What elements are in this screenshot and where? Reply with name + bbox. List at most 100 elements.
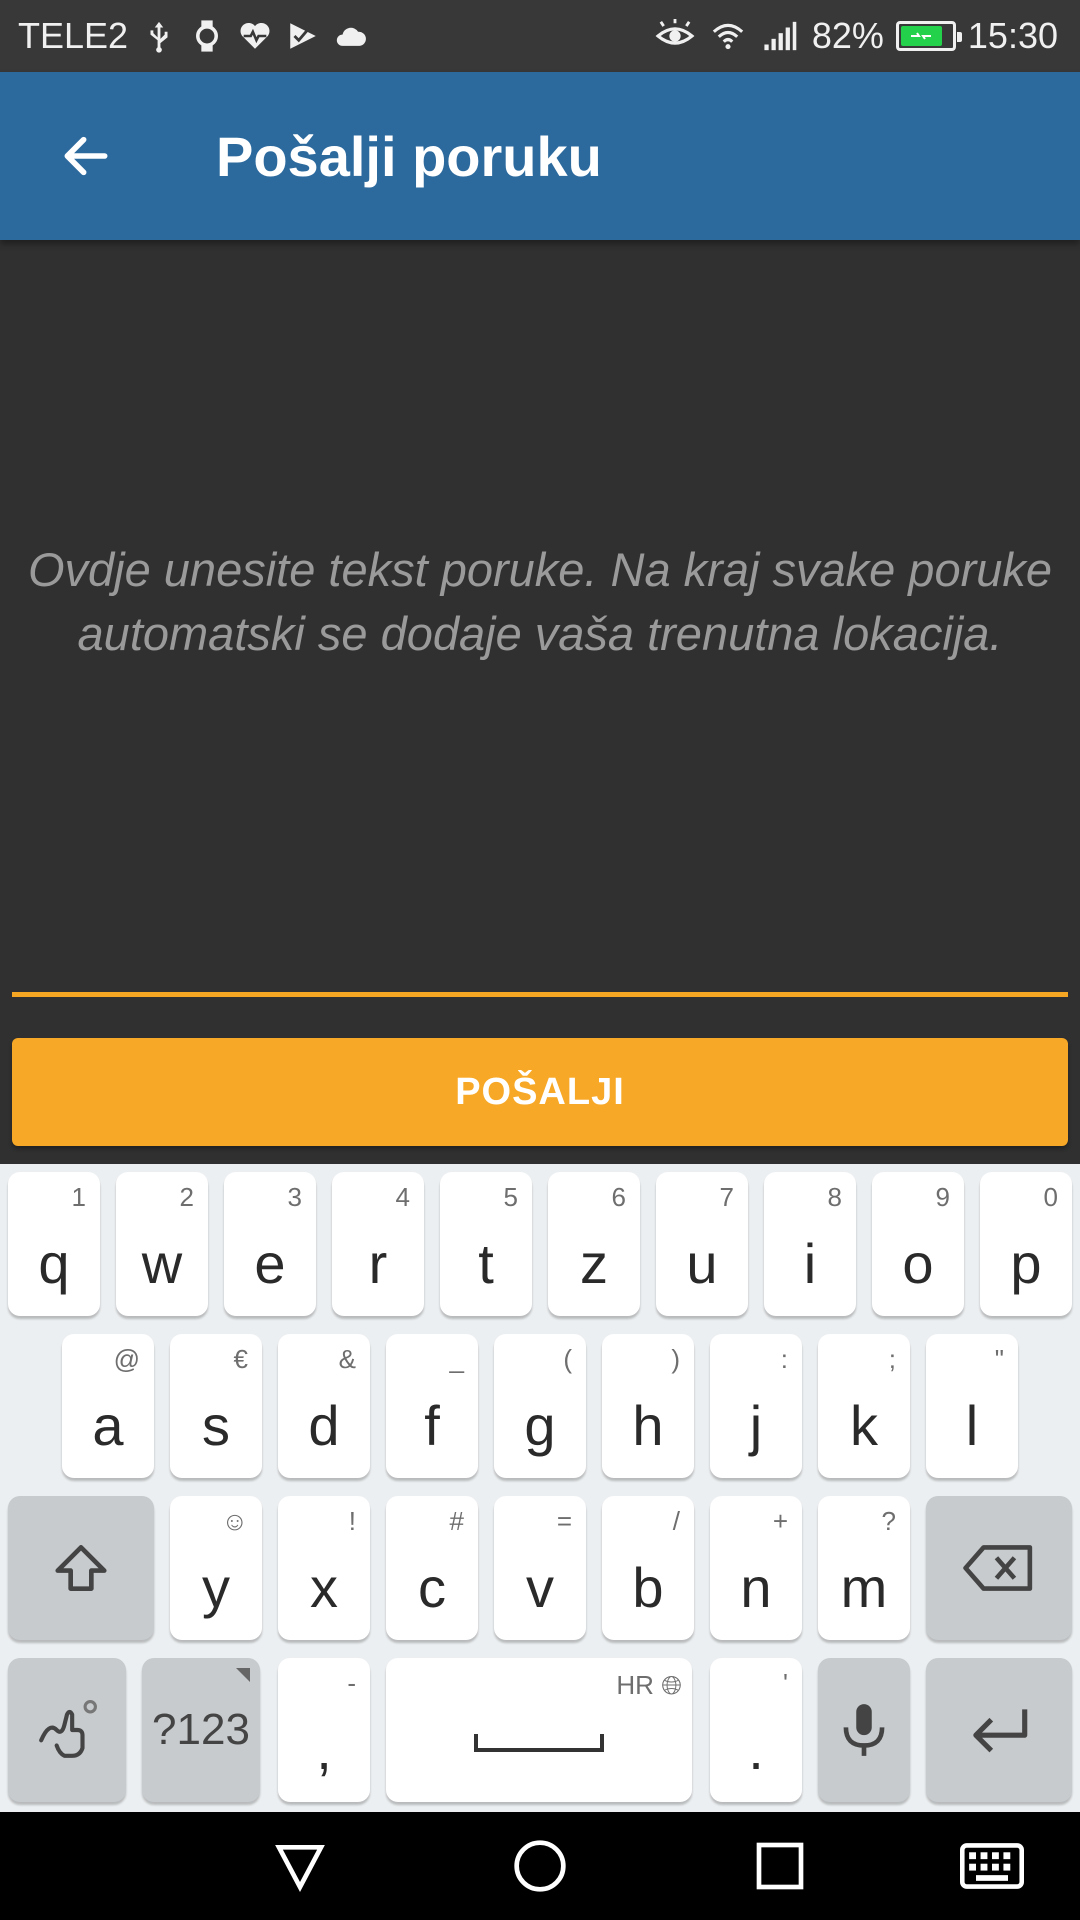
message-input-underline [12, 992, 1068, 997]
soft-keyboard: q 1 w 2 e 3 r 4 t 5 z 6 u 7 i 8 o 9 p 0 a @ s € d & f _ g(h) j: k; l " y ☺… [0, 1164, 1080, 1812]
key-secondary-label: & [338, 1344, 356, 1374]
key-label: l [965, 1394, 979, 1457]
key-f[interactable]: f _ [386, 1334, 478, 1478]
key-label: f [424, 1394, 440, 1457]
key-j[interactable]: j: [710, 1334, 802, 1478]
enter-key[interactable] [926, 1658, 1072, 1802]
watch-icon [190, 19, 224, 53]
key-label: x [310, 1556, 338, 1619]
key-label: h [632, 1394, 664, 1457]
cloud-icon [334, 19, 368, 53]
key-period[interactable]: . ' [710, 1658, 802, 1802]
recents-square-icon [756, 1842, 804, 1890]
key-o[interactable]: o9 [872, 1172, 964, 1316]
key-label: . [748, 1718, 764, 1781]
key-secondary-label: 6 [611, 1182, 626, 1212]
key-secondary-label: ! [348, 1506, 356, 1536]
message-input[interactable]: Ovdje unesite tekst poruke. Na kraj svak… [0, 240, 1080, 1000]
key-secondary-label: ? [881, 1506, 896, 1536]
key-b[interactable]: b / [602, 1496, 694, 1640]
key-secondary-label: ☺ [221, 1506, 248, 1536]
key-n[interactable]: n + [710, 1496, 802, 1640]
status-bar-right: 82% 15:30 [654, 0, 1058, 72]
send-button[interactable]: POŠALJI [12, 1038, 1068, 1146]
arrow-left-icon [64, 136, 108, 176]
key-m[interactable]: m? [818, 1496, 910, 1640]
key-secondary-label: 5 [503, 1182, 518, 1212]
key-q[interactable]: q1 [8, 1172, 100, 1316]
key-x[interactable]: x! [278, 1496, 370, 1640]
app-bar: Pošalji poruku [0, 72, 1080, 240]
key-label: p [1010, 1232, 1042, 1295]
key-r[interactable]: r4 [332, 1172, 424, 1316]
clock: 15:30 [967, 15, 1058, 56]
backspace-key[interactable] [926, 1496, 1072, 1640]
key-comma[interactable]: ,- [278, 1658, 370, 1802]
key-label: d [308, 1394, 340, 1457]
key-label: t [478, 1232, 494, 1295]
symbols-key[interactable]: ?123 [142, 1658, 260, 1802]
key-s[interactable]: s € [170, 1334, 262, 1478]
key-label: z [580, 1232, 608, 1295]
status-bar-left: TELE2 [18, 0, 368, 72]
key-d[interactable]: d & [278, 1334, 370, 1478]
checklist-icon [286, 19, 320, 53]
key-p[interactable]: p0 [980, 1172, 1072, 1316]
key-i[interactable]: i8 [764, 1172, 856, 1316]
space-language-label: HR 🌐︎ [616, 1670, 682, 1702]
page-title: Pošalji poruku [216, 125, 602, 188]
space-bar-icon [474, 1734, 604, 1752]
key-y[interactable]: y ☺ [170, 1496, 262, 1640]
key-w[interactable]: w2 [116, 1172, 208, 1316]
carrier-name: TELE2 [18, 15, 129, 56]
key-secondary-label: : [780, 1344, 788, 1374]
key-v[interactable]: v = [494, 1496, 586, 1640]
key-label: u [686, 1232, 718, 1295]
status-bar: TELE2 82% 15:30 [0, 0, 1080, 72]
shift-icon [8, 1496, 154, 1640]
key-label: e [254, 1232, 286, 1295]
key-label: , [316, 1718, 332, 1781]
key-z[interactable]: z6 [548, 1172, 640, 1316]
key-t[interactable]: t5 [440, 1172, 532, 1316]
microphone-key[interactable] [818, 1658, 910, 1802]
nav-back-button[interactable] [270, 1836, 330, 1896]
key-secondary-label: / [672, 1506, 680, 1536]
key-secondary-label: " [994, 1344, 1004, 1374]
navigation-bar [0, 1812, 1080, 1920]
key-l[interactable]: l " [926, 1334, 1018, 1478]
back-button[interactable] [48, 118, 124, 194]
globe-icon: 🌐︎ [661, 1670, 682, 1700]
key-h[interactable]: h) [602, 1334, 694, 1478]
key-e[interactable]: e3 [224, 1172, 316, 1316]
back-triangle-icon [275, 1845, 325, 1892]
nav-keyboard-button[interactable] [960, 1836, 1024, 1896]
key-label: o [902, 1232, 934, 1295]
key-label: y [202, 1556, 230, 1619]
key-label: q [38, 1232, 70, 1295]
key-g[interactable]: g( [494, 1334, 586, 1478]
space-key[interactable]: HR 🌐︎ [386, 1658, 692, 1802]
key-c[interactable]: c # [386, 1496, 478, 1640]
nav-home-button[interactable] [510, 1836, 570, 1896]
key-secondary-label: 0 [1043, 1182, 1058, 1212]
key-secondary-label: ' [783, 1668, 788, 1698]
key-u[interactable]: u7 [656, 1172, 748, 1316]
key-a[interactable]: a @ [62, 1334, 154, 1478]
key-label: r [368, 1232, 388, 1295]
language-code: HR [616, 1670, 654, 1700]
signal-icon [760, 19, 800, 53]
swipe-gesture-key[interactable] [8, 1658, 126, 1802]
key-secondary-label: ) [671, 1344, 680, 1374]
key-k[interactable]: k; [818, 1334, 910, 1478]
key-label: n [740, 1556, 772, 1619]
key-label: b [632, 1556, 664, 1619]
send-button-label: POŠALJI [455, 1070, 625, 1113]
home-circle-icon [514, 1840, 566, 1892]
shift-key[interactable] [8, 1496, 154, 1640]
nav-recents-button[interactable] [750, 1836, 810, 1896]
key-secondary-label: 7 [719, 1182, 734, 1212]
key-secondary-label: _ [449, 1344, 464, 1374]
key-label: i [803, 1232, 817, 1295]
key-secondary-label: € [233, 1344, 248, 1374]
